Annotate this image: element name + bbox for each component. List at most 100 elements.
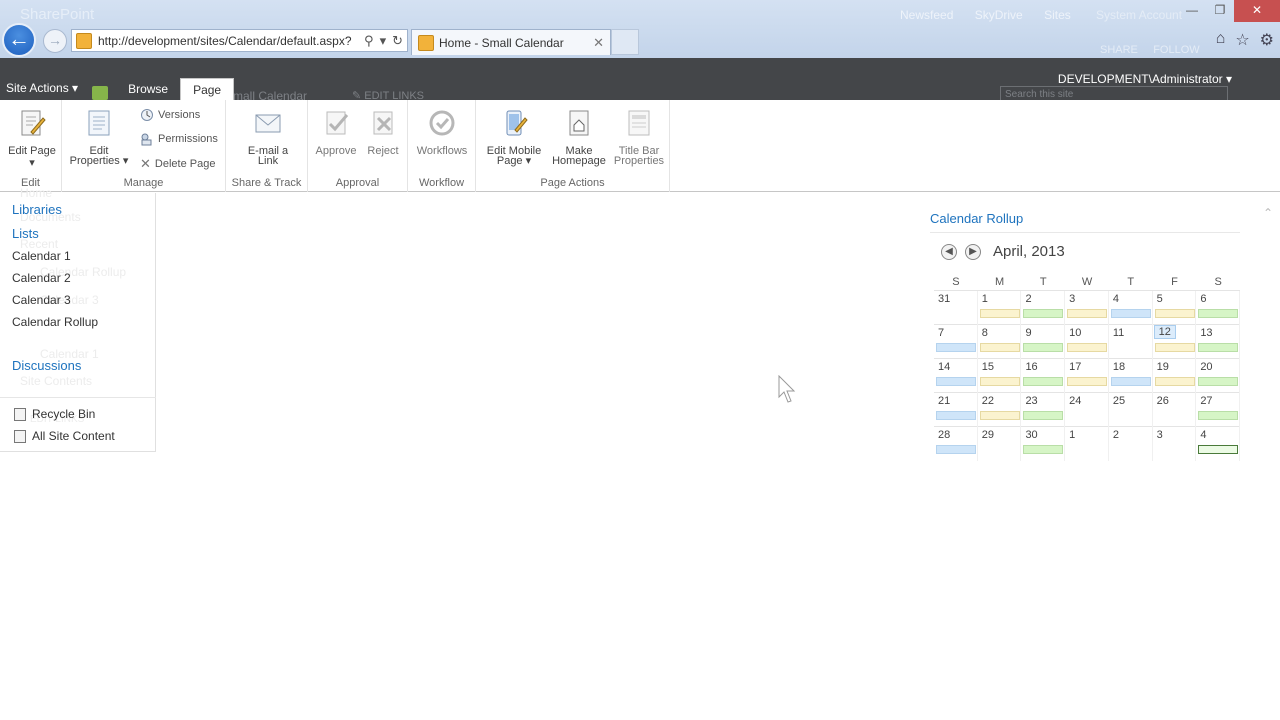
calendar-event-bar[interactable] — [1198, 445, 1239, 454]
nav-discussions[interactable]: Discussions — [12, 358, 81, 373]
calendar-day-cell[interactable]: 21 — [934, 393, 978, 427]
previous-month-icon[interactable]: ◀ — [941, 244, 957, 260]
dropdown-icon[interactable]: ▾ — [380, 33, 387, 49]
calendar-event-bar[interactable] — [1198, 343, 1239, 352]
calendar-day-cell[interactable]: 31 — [934, 291, 978, 325]
calendar-event-bar[interactable] — [979, 411, 1020, 420]
make-homepage-button[interactable]: Make Homepage — [548, 108, 610, 167]
address-bar[interactable]: http://development/sites/Calendar/defaul… — [71, 29, 408, 52]
calendar-event-bar[interactable] — [1154, 343, 1195, 352]
calendar-day-cell[interactable]: 1 — [978, 291, 1022, 325]
calendar-day-cell[interactable]: 15 — [978, 359, 1022, 393]
calendar-event-bar[interactable] — [1023, 309, 1064, 318]
calendar-day-cell[interactable]: 24 — [1065, 393, 1109, 427]
calendar-day-cell[interactable]: 4 — [1196, 427, 1241, 461]
close-icon[interactable]: ✕ — [1234, 0, 1280, 22]
calendar-day-cell[interactable]: 12 — [1153, 325, 1197, 359]
calendar-day-cell[interactable]: 28 — [934, 427, 978, 461]
new-tab-button[interactable] — [611, 29, 639, 55]
nav-item-calendar-2[interactable]: Calendar 2 — [12, 271, 71, 285]
nav-lists[interactable]: Lists — [12, 226, 39, 241]
edit-mobile-page-button[interactable]: Edit Mobile Page ▾ — [482, 108, 546, 167]
calendar-event-bar[interactable] — [1023, 411, 1064, 420]
browser-tab[interactable]: Home - Small Calendar ✕ — [411, 29, 611, 55]
calendar-event-bar[interactable] — [979, 343, 1020, 352]
calendar-day-cell[interactable]: 8 — [978, 325, 1022, 359]
search-icon[interactable]: ⚲ — [364, 33, 374, 49]
calendar-event-bar[interactable] — [1198, 411, 1239, 420]
tab-close-icon[interactable]: ✕ — [593, 35, 610, 51]
calendar-event-bar[interactable] — [1023, 343, 1064, 352]
reject-button[interactable]: Reject — [360, 108, 406, 157]
calendar-event-bar[interactable] — [1110, 309, 1151, 318]
email-link-button[interactable]: E-mail a Link — [238, 108, 298, 167]
calendar-day-cell[interactable]: 2 — [1021, 291, 1066, 325]
calendar-event-bar[interactable] — [936, 343, 976, 352]
nav-recycle-bin[interactable]: Recycle Bin — [14, 407, 95, 421]
minimize-icon[interactable]: — — [1178, 0, 1206, 22]
calendar-day-cell[interactable]: 19 — [1153, 359, 1197, 393]
calendar-day-cell[interactable]: 22 — [978, 393, 1022, 427]
title-bar-properties-button[interactable]: Title Bar Properties — [610, 108, 668, 167]
forward-arrow-icon[interactable]: → — [43, 29, 67, 53]
nav-item-calendar-3[interactable]: Calendar 3 — [12, 293, 71, 307]
maximize-icon[interactable]: ❐ — [1206, 0, 1234, 22]
calendar-event-bar[interactable] — [1154, 377, 1195, 386]
calendar-day-cell[interactable]: 16 — [1021, 359, 1066, 393]
edit-page-button[interactable]: Edit Page ▾ — [6, 108, 58, 169]
calendar-event-bar[interactable] — [1067, 377, 1108, 386]
calendar-day-cell[interactable]: 3 — [1065, 291, 1109, 325]
approve-button[interactable]: Approve — [312, 108, 360, 157]
calendar-day-cell[interactable]: 29 — [978, 427, 1022, 461]
refresh-icon[interactable]: ↻ — [392, 33, 403, 49]
calendar-day-cell[interactable]: 11 — [1109, 325, 1153, 359]
tab-browse[interactable]: Browse — [116, 78, 180, 100]
calendar-webpart-title[interactable]: Calendar Rollup — [930, 211, 1023, 226]
versions-button[interactable]: Versions — [140, 108, 200, 122]
edit-properties-button[interactable]: Edit Properties ▾ — [68, 108, 130, 167]
calendar-day-cell[interactable]: 6 — [1196, 291, 1241, 325]
calendar-day-cell[interactable]: 9 — [1021, 325, 1066, 359]
calendar-day-cell[interactable]: 14 — [934, 359, 978, 393]
calendar-event-bar[interactable] — [1067, 343, 1108, 352]
calendar-event-bar[interactable] — [1154, 309, 1195, 318]
calendar-event-bar[interactable] — [979, 309, 1020, 318]
calendar-event-bar[interactable] — [936, 411, 976, 420]
user-menu[interactable]: DEVELOPMENT\Administrator ▾ — [1058, 72, 1232, 86]
next-month-icon[interactable]: ▶ — [965, 244, 981, 260]
calendar-day-cell[interactable]: 17 — [1065, 359, 1109, 393]
calendar-event-bar[interactable] — [1067, 309, 1108, 318]
back-arrow-icon[interactable]: ← — [2, 23, 36, 57]
calendar-day-cell[interactable]: 23 — [1021, 393, 1066, 427]
workflows-button[interactable]: Workflows — [412, 108, 472, 157]
calendar-day-cell[interactable]: 20 — [1196, 359, 1241, 393]
navigate-up-icon[interactable] — [92, 86, 109, 100]
nav-item-calendar-1[interactable]: Calendar 1 — [12, 249, 71, 263]
settings-gear-icon[interactable]: ⚙ — [1260, 30, 1274, 50]
calendar-day-cell[interactable]: 30 — [1021, 427, 1066, 461]
calendar-day-cell[interactable]: 4 — [1109, 291, 1153, 325]
calendar-event-bar[interactable] — [1198, 377, 1239, 386]
calendar-day-cell[interactable]: 26 — [1153, 393, 1197, 427]
calendar-day-cell[interactable]: 13 — [1196, 325, 1241, 359]
calendar-day-cell[interactable]: 2 — [1109, 427, 1153, 461]
calendar-day-cell[interactable]: 25 — [1109, 393, 1153, 427]
scroll-up-icon[interactable]: ⌃ — [1263, 206, 1273, 220]
calendar-event-bar[interactable] — [979, 377, 1020, 386]
favorites-star-icon[interactable]: ☆ — [1235, 30, 1249, 50]
calendar-event-bar[interactable] — [936, 445, 976, 454]
calendar-day-cell[interactable]: 27 — [1196, 393, 1241, 427]
calendar-event-bar[interactable] — [1110, 377, 1151, 386]
calendar-event-bar[interactable] — [1198, 309, 1239, 318]
tab-page[interactable]: Page — [180, 78, 235, 100]
calendar-event-bar[interactable] — [1023, 445, 1064, 454]
calendar-day-cell[interactable]: 3 — [1153, 427, 1197, 461]
nav-item-calendar-rollup[interactable]: Calendar Rollup — [12, 315, 98, 329]
address-url[interactable]: http://development/sites/Calendar/defaul… — [98, 34, 364, 48]
home-icon[interactable]: ⌂ — [1216, 30, 1226, 50]
delete-page-button[interactable]: ✕ Delete Page — [140, 156, 215, 172]
nav-libraries[interactable]: Libraries — [12, 202, 62, 217]
calendar-day-cell[interactable]: 7 — [934, 325, 978, 359]
calendar-day-cell[interactable]: 1 — [1065, 427, 1109, 461]
calendar-day-cell[interactable]: 10 — [1065, 325, 1109, 359]
